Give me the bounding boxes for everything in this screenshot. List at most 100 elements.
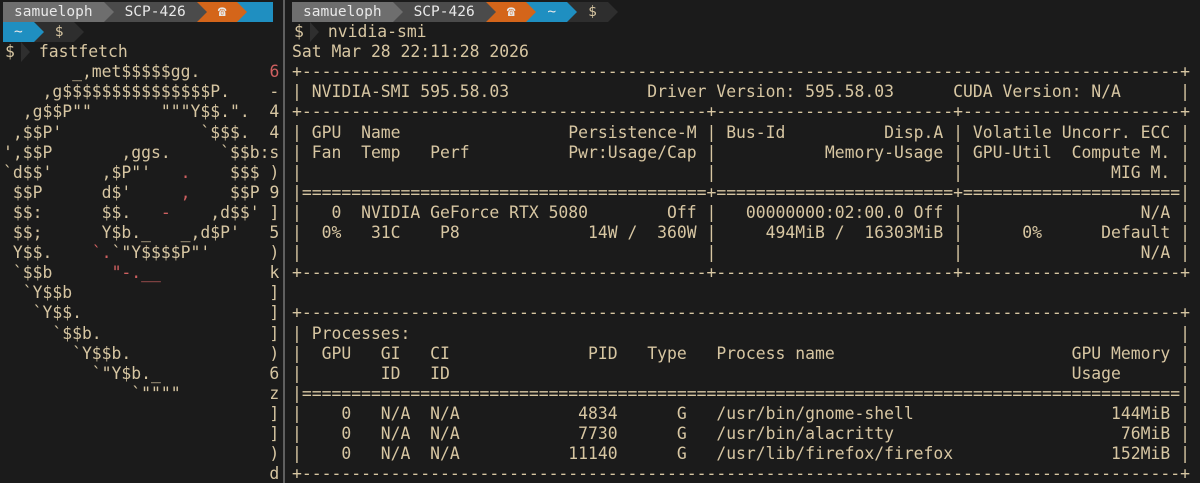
left-prompt-line-2: ~ $ — [3, 22, 283, 43]
nvidia-smi-row: +---------------------------------------… — [292, 263, 1190, 283]
right-command-line: $ nvidia-smi — [292, 22, 1200, 43]
terminal-window: samueloph SCP-426 ☎ ~ $ $ fastfetch _,met$$$… — [0, 0, 1200, 483]
nvidia-smi-row: | NVIDIA-SMI 595.58.03 Driver Version: 5… — [292, 82, 1190, 102]
nvidia-smi-row: +---------------------------------------… — [292, 62, 1190, 82]
fastfetch-output: _,met$$$$$gg. 6 ,g$$$$$$$$$$$$$$$P. - ,g… — [3, 62, 283, 483]
fastfetch-row: `"Y$b._ 6 — [3, 364, 283, 384]
ascii-art-text: $$P 9 — [190, 182, 280, 202]
ascii-art-text: ,g$$P"" """Y$$.". 4 — [3, 102, 280, 122]
ascii-art-text: ,d$$' ] — [170, 202, 280, 222]
phone-icon: ☎ — [206, 2, 238, 23]
nvidia-smi-output: +---------------------------------------… — [292, 62, 1200, 483]
prompt-chevron-icon — [20, 42, 30, 63]
fastfetch-row: $$; Y$b._ _,d$P' 5 — [3, 223, 283, 243]
fastfetch-row: ,$$P' `$$$. 4 — [3, 123, 283, 143]
right-prompt-line: samueloph SCP-426 ☎ ~ $ — [292, 2, 1200, 23]
nvidia-smi-row: | 0% 31C P8 14W / 360W | 494MiB / 16303M… — [292, 223, 1190, 243]
command-text: fastfetch — [38, 42, 128, 62]
ascii-art-text: ,g$$$$$$$$$$$$$$$P. - — [3, 82, 280, 102]
nvidia-smi-row: | 0 N/A N/A 11140 G /usr/lib/firefox/fir… — [292, 444, 1190, 464]
fastfetch-row: `"""" z — [3, 384, 283, 404]
user-segment: samueloph — [292, 2, 393, 23]
ascii-art-text: `"""" z — [3, 383, 280, 403]
fastfetch-row: `$$b "-.__ k — [3, 263, 283, 283]
command-text: nvidia-smi — [327, 22, 427, 42]
ascii-art-text: $$: $$. — [3, 202, 161, 222]
ascii-art-text: `Y$$b ] — [3, 283, 280, 303]
shell-prompt: $ — [294, 22, 304, 42]
nvidia-smi-row: | 0 N/A N/A 4834 G /usr/bin/gnome-shell … — [292, 403, 1190, 423]
ascii-art-accent: - — [160, 202, 171, 222]
ascii-art-text: `d$$' ,$P"' — [3, 162, 181, 182]
powerline-arrow-icon — [74, 22, 85, 43]
fastfetch-row: $$: $$. - ,d$$' ] — [3, 203, 283, 223]
ascii-art-accent: "-.__ — [111, 263, 161, 283]
ascii-art-text: $$$ ) — [190, 162, 280, 182]
powerline-arrow-icon — [392, 2, 403, 22]
ascii-art-text: d — [3, 464, 280, 483]
powerline-arrow-icon — [33, 22, 44, 43]
powerline-arrow-icon — [607, 2, 618, 22]
fastfetch-row: `$$b. ] — [3, 324, 283, 344]
fastfetch-row: `d$$' ,$P"' . $$$ ) — [3, 163, 283, 183]
powerline-arrow-icon — [526, 2, 537, 22]
user-segment: samueloph — [3, 2, 104, 23]
nvidia-smi-row: |=======================================… — [292, 383, 1190, 403]
ascii-art-text: $$P d$' — [3, 182, 181, 202]
fastfetch-row: ,g$$$$$$$$$$$$$$$P. - — [3, 82, 283, 102]
nvidia-smi-row: | | | MIG M. | — [292, 162, 1190, 182]
cwd-segment: ~ — [536, 2, 568, 23]
nvidia-smi-row: +---------------------------------------… — [292, 102, 1190, 122]
ascii-art-text: `$$b — [3, 263, 112, 283]
powerline-arrow-icon — [237, 2, 248, 22]
ascii-art-text: ,$$P' `$$$. 4 — [3, 122, 280, 142]
cwd-segment-clipped — [247, 2, 274, 23]
ascii-art-accent: . — [180, 162, 191, 182]
cwd-segment: ~ — [3, 22, 34, 43]
ascii-art-accent: , — [180, 182, 191, 202]
left-terminal-pane[interactable]: samueloph SCP-426 ☎ ~ $ $ fastfetch _,met$$$… — [0, 0, 283, 483]
powerline-arrow-icon — [103, 2, 114, 22]
fastfetch-row: ) — [3, 444, 283, 464]
ascii-art-text: `$$b. ] — [3, 323, 280, 343]
fastfetch-row: ] — [3, 424, 283, 444]
fastfetch-row: ,g$$P"" """Y$$.". 4 — [3, 102, 283, 122]
nvidia-smi-row: +---------------------------------------… — [292, 464, 1190, 483]
ascii-art-accent: 6 — [269, 62, 280, 82]
host-segment: SCP-426 — [402, 2, 486, 23]
ascii-art-text: `"Y$$$$P"' ) — [111, 243, 280, 263]
powerline-arrow-icon — [567, 2, 578, 22]
fastfetch-row: `Y$$b ] — [3, 283, 283, 303]
fastfetch-row: ',$$P ,ggs. `$$b:s — [3, 143, 283, 163]
fastfetch-row: $$P d$' , $$P 9 — [3, 183, 283, 203]
ascii-art-text: _,met$$$$$gg. — [3, 62, 270, 82]
nvidia-smi-row: | Processes: | — [292, 323, 1190, 343]
nvidia-smi-row: | ID ID Usage | — [292, 363, 1190, 383]
fastfetch-row: Y$$. `.`"Y$$$$P"' ) — [3, 243, 283, 263]
ascii-art-text: ',$$P ,ggs. `$$b:s — [3, 142, 280, 162]
ascii-art-text: ] — [3, 403, 280, 423]
ascii-art-text: `Y$$b. ) — [3, 343, 280, 363]
nvidia-smi-row: | Fan Temp Perf Pwr:Usage/Cap | Memory-U… — [292, 142, 1190, 162]
date-line: Sat Mar 28 22:11:28 2026 — [292, 42, 529, 62]
nvidia-smi-row: | GPU GI CI PID Type Process name GPU Me… — [292, 343, 1190, 363]
left-command-line: $ fastfetch — [3, 42, 283, 63]
ascii-art-text: `Y$$. ] — [3, 303, 280, 323]
fastfetch-row: `Y$$b. ) — [3, 344, 283, 364]
powerline-arrow-icon — [196, 2, 207, 22]
right-terminal-pane[interactable]: samueloph SCP-426 ☎ ~ $ $ nvidia-smi Sat Mar … — [285, 0, 1200, 483]
nvidia-smi-row: | 0 N/A N/A 7730 G /usr/bin/alacritty 76… — [292, 423, 1190, 443]
fastfetch-row: _,met$$$$$gg. 6 — [3, 62, 283, 82]
nvidia-smi-row: | GPU Name Persistence-M | Bus-Id Disp.A… — [292, 122, 1190, 142]
powerline-arrow-icon — [485, 2, 496, 22]
ascii-art-text: `"Y$b._ 6 — [3, 363, 280, 383]
fastfetch-row: d — [3, 464, 283, 483]
shell-segment: $ — [577, 2, 608, 23]
ascii-art-text: k — [160, 263, 280, 283]
nvidia-smi-row: |=======================================… — [292, 182, 1190, 202]
shell-prompt: $ — [5, 42, 15, 62]
fastfetch-row: ] — [3, 404, 283, 424]
nvidia-smi-row — [292, 283, 1200, 303]
nvidia-smi-row: | 0 NVIDIA GeForce RTX 5080 Off | 000000… — [292, 202, 1190, 222]
phone-icon: ☎ — [495, 2, 527, 23]
